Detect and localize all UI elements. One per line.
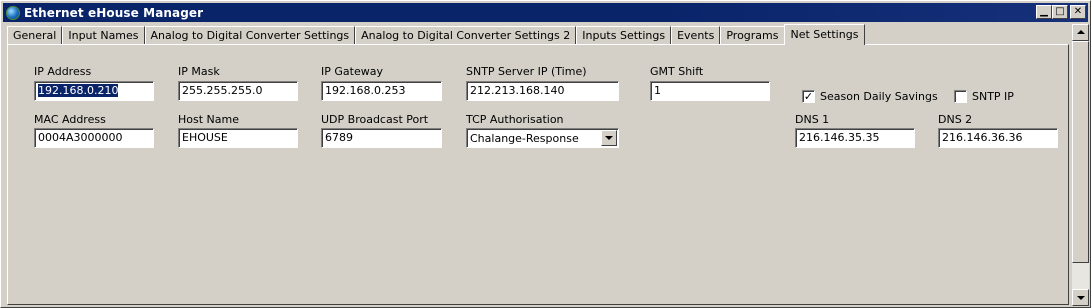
arrow-up-icon: [1077, 30, 1085, 34]
tab-adc-settings-2[interactable]: Analog to Digital Converter Settings 2: [355, 26, 577, 45]
ip-address-label: IP Address: [34, 65, 92, 78]
dns2-label: DNS 2: [938, 113, 973, 126]
dns1-label: DNS 1: [795, 113, 830, 126]
title-bar-buttons: ▁ □ ✕: [1036, 5, 1086, 19]
mac-address-field[interactable]: 0004A3000000: [34, 128, 154, 148]
host-name-label: Host Name: [178, 113, 239, 126]
maximize-button[interactable]: □: [1052, 5, 1068, 19]
chevron-down-icon: [605, 136, 613, 140]
ip-gateway-label: IP Gateway: [321, 65, 383, 78]
ip-address-value: 192.168.0.210: [38, 84, 119, 97]
tab-events[interactable]: Events: [671, 26, 721, 45]
tab-input-names[interactable]: Input Names: [62, 26, 145, 45]
tcp-auth-dropdown-button[interactable]: [601, 130, 617, 146]
ip-address-field[interactable]: 192.168.0.210: [34, 81, 154, 101]
dns1-field[interactable]: 216.146.35.35: [795, 128, 915, 148]
host-name-field[interactable]: EHOUSE: [178, 128, 298, 148]
tab-general[interactable]: General: [7, 26, 63, 45]
globe-icon: [6, 5, 20, 20]
app-window: Ethernet eHouse Manager ▁ □ ✕ General In…: [0, 0, 1091, 308]
ip-mask-label: IP Mask: [178, 65, 220, 78]
scroll-thumb[interactable]: [1072, 41, 1089, 263]
udp-port-field[interactable]: 6789: [321, 128, 442, 148]
ip-gateway-field[interactable]: 192.168.0.253: [321, 81, 442, 101]
vertical-scrollbar[interactable]: [1072, 24, 1089, 306]
sntp-server-label: SNTP Server IP (Time): [466, 65, 587, 78]
gmt-shift-field[interactable]: 1: [650, 81, 770, 101]
tcp-auth-select[interactable]: Chalange-Response: [466, 128, 619, 148]
window-title: Ethernet eHouse Manager: [24, 5, 204, 20]
mac-address-label: MAC Address: [34, 113, 106, 126]
scroll-down-button[interactable]: [1072, 289, 1089, 306]
title-bar[interactable]: Ethernet eHouse Manager ▁ □ ✕: [3, 3, 1088, 22]
tab-adc-settings[interactable]: Analog to Digital Converter Settings: [144, 26, 356, 45]
dns2-field[interactable]: 216.146.36.36: [938, 128, 1058, 148]
gmt-shift-label: GMT Shift: [650, 65, 704, 78]
sntp-ip-checkbox[interactable]: [954, 90, 967, 103]
ip-mask-field[interactable]: 255.255.255.0: [178, 81, 298, 101]
scroll-up-button[interactable]: [1072, 24, 1089, 41]
tab-strip: General Input Names Analog to Digital Co…: [7, 24, 866, 45]
tab-inputs-settings[interactable]: Inputs Settings: [576, 26, 672, 45]
arrow-down-icon: [1077, 296, 1085, 300]
minimize-button[interactable]: ▁: [1036, 5, 1052, 19]
sntp-ip-label[interactable]: SNTP IP: [972, 90, 1014, 103]
tcp-auth-label: TCP Authorisation: [466, 113, 564, 126]
tab-net-settings[interactable]: Net Settings: [783, 24, 866, 45]
close-button[interactable]: ✕: [1070, 5, 1086, 19]
tcp-auth-value: Chalange-Response: [470, 132, 579, 145]
season-daily-savings-label[interactable]: Season Daily Savings: [820, 90, 938, 103]
tab-programs[interactable]: Programs: [720, 26, 785, 45]
season-daily-savings-checkbox[interactable]: ✓: [802, 90, 815, 103]
sntp-server-field[interactable]: 212.213.168.140: [466, 81, 619, 101]
net-settings-panel: IP Address 192.168.0.210 IP Mask 255.255…: [7, 44, 1069, 305]
udp-port-label: UDP Broadcast Port: [321, 113, 429, 126]
